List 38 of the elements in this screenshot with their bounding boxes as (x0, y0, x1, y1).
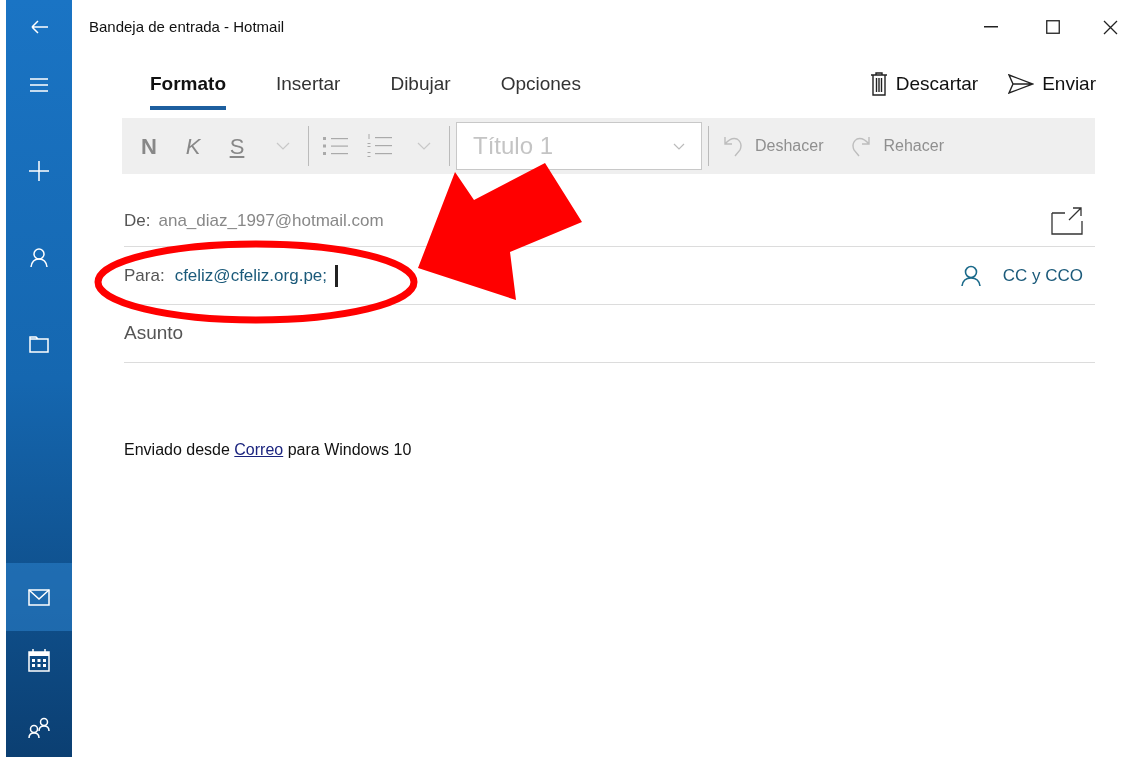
maximize-icon (1046, 20, 1060, 34)
sender-address: ana_diaz_1997@hotmail.com (158, 210, 384, 233)
numbered-list-icon[interactable] (367, 134, 393, 158)
discard-button[interactable]: Descartar (869, 69, 979, 98)
back-icon (29, 18, 49, 36)
chevron-icon[interactable] (276, 142, 290, 150)
tab[interactable]: Formato (150, 69, 226, 110)
send-icon (1008, 73, 1035, 94)
subject-field[interactable]: Asunto (124, 319, 1095, 348)
people-icon (28, 717, 50, 739)
tab[interactable]: Opciones (500, 69, 581, 110)
mail-icon (28, 588, 50, 606)
send-button[interactable]: Enviar (1008, 69, 1096, 98)
tab[interactable]: Insertar (276, 69, 341, 110)
minimize-icon (984, 26, 998, 28)
undo-icon (723, 135, 743, 157)
redo-icon (851, 135, 872, 157)
close-icon (1102, 19, 1118, 35)
trash-icon (869, 71, 888, 96)
person-icon (30, 246, 48, 268)
app-link[interactable]: Correo (234, 441, 284, 458)
bullet-list-icon[interactable] (323, 135, 349, 157)
chevron-icon[interactable] (417, 142, 431, 150)
recipient-field[interactable]: cfeliz@cfeliz.org.pe; (174, 262, 338, 289)
calendar-icon (28, 648, 50, 672)
sidebar-button[interactable] (6, 563, 72, 631)
folder-icon (29, 333, 49, 353)
cc-bcc-link[interactable]: CC y CCO (1002, 262, 1083, 289)
signature-text: Enviado desde Correo para Windows 10 (124, 440, 413, 460)
tab[interactable]: Dibujar (390, 69, 451, 110)
to-label: Para: (124, 264, 165, 287)
from-label: De: (124, 210, 151, 233)
plus-icon (29, 161, 49, 181)
window-title: Bandeja de entrada - Hotmail (89, 16, 285, 37)
pop-out-icon[interactable] (1051, 207, 1083, 235)
chevron-icon (673, 142, 685, 150)
menu-icon (29, 77, 49, 93)
person-icon[interactable] (960, 264, 981, 287)
